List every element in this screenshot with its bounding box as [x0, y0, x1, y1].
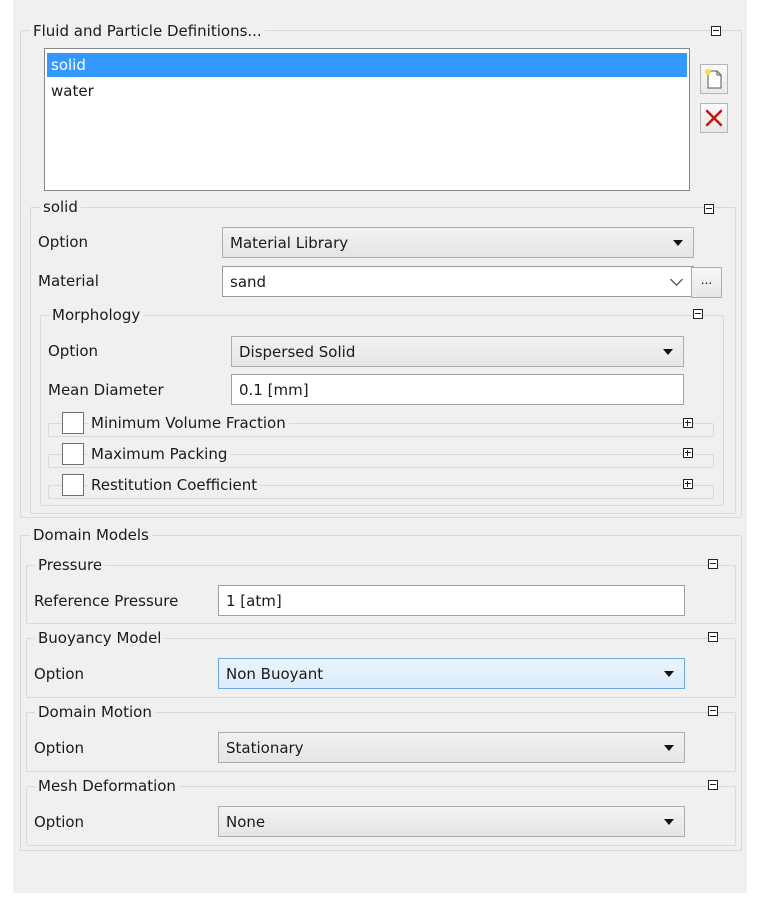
restitution-coefficient-checkbox[interactable]: [62, 474, 84, 496]
morphology-option-dropdown[interactable]: Dispersed Solid: [231, 336, 684, 367]
domain-motion-option-label: Option: [34, 739, 85, 757]
mean-diameter-value: 0.1 [mm]: [239, 381, 309, 399]
new-document-icon: [705, 69, 722, 89]
details-panel: Fluid and Particle Definitions... solid …: [13, 0, 747, 893]
min-volume-fraction-checkbox[interactable]: [62, 412, 84, 434]
particle-definitions-list[interactable]: solid water: [44, 48, 690, 191]
morphology-title: Morphology: [49, 306, 144, 324]
reference-pressure-field[interactable]: 1 [atm]: [218, 585, 685, 616]
buoyancy-collapse-icon[interactable]: [708, 632, 718, 642]
max-packing-expand-icon[interactable]: [683, 448, 693, 458]
material-browse-button[interactable]: ...: [691, 267, 722, 298]
dropdown-arrow-icon: [673, 240, 683, 246]
buoyancy-option-label: Option: [34, 665, 85, 683]
mesh-deformation-option-label: Option: [34, 813, 85, 831]
max-packing-label: Maximum Packing: [88, 445, 231, 463]
dropdown-arrow-icon: [664, 671, 674, 677]
dropdown-arrow-icon: [664, 745, 674, 751]
domain-motion-option-value: Stationary: [226, 739, 304, 757]
solid-collapse-icon[interactable]: [704, 204, 714, 214]
material-combobox[interactable]: sand: [222, 266, 694, 297]
list-item-water[interactable]: water: [47, 79, 687, 103]
min-volume-fraction-expand-icon[interactable]: [683, 418, 693, 428]
dropdown-arrow-icon: [664, 819, 674, 825]
pressure-title: Pressure: [35, 556, 106, 574]
mesh-deformation-option-value: None: [226, 813, 266, 831]
reference-pressure-label: Reference Pressure: [34, 592, 179, 610]
new-definition-button[interactable]: [700, 64, 728, 94]
domain-models-title: Domain Models: [30, 526, 152, 544]
particle-definitions-title: Fluid and Particle Definitions...: [30, 22, 265, 40]
delete-definition-button[interactable]: [700, 103, 728, 133]
buoyancy-option-dropdown[interactable]: Non Buoyant: [218, 658, 685, 689]
pressure-collapse-icon[interactable]: [708, 559, 718, 569]
mean-diameter-label: Mean Diameter: [48, 381, 164, 399]
restitution-coefficient-expand-icon[interactable]: [683, 479, 693, 489]
min-volume-fraction-label: Minimum Volume Fraction: [88, 414, 289, 432]
mesh-deformation-title: Mesh Deformation: [35, 777, 179, 795]
morphology-option-label: Option: [48, 342, 99, 360]
mesh-deformation-option-dropdown[interactable]: None: [218, 806, 685, 837]
reference-pressure-value: 1 [atm]: [226, 592, 282, 610]
solid-option-dropdown[interactable]: Material Library: [222, 227, 694, 258]
material-value: sand: [230, 273, 267, 291]
solid-option-value: Material Library: [230, 234, 349, 252]
domain-motion-option-dropdown[interactable]: Stationary: [218, 732, 685, 763]
delete-x-icon: [705, 109, 723, 127]
morphology-collapse-icon[interactable]: [693, 309, 703, 319]
domain-motion-title: Domain Motion: [35, 703, 155, 721]
morphology-option-value: Dispersed Solid: [239, 343, 356, 361]
restitution-coefficient-label: Restitution Coefficient: [88, 476, 261, 494]
domain-motion-collapse-icon[interactable]: [708, 706, 718, 716]
buoyancy-option-value: Non Buoyant: [226, 665, 324, 683]
solid-title: solid: [40, 198, 81, 216]
list-item-solid[interactable]: solid: [47, 53, 687, 77]
dropdown-arrow-icon: [663, 349, 673, 355]
mean-diameter-field[interactable]: 0.1 [mm]: [231, 374, 684, 405]
buoyancy-title: Buoyancy Model: [35, 629, 165, 647]
chevron-down-icon: [670, 273, 683, 286]
particle-definitions-collapse-icon[interactable]: [711, 26, 721, 36]
solid-option-label: Option: [38, 233, 89, 251]
mesh-deformation-collapse-icon[interactable]: [708, 780, 718, 790]
material-label: Material: [38, 272, 99, 290]
max-packing-checkbox[interactable]: [62, 443, 84, 465]
